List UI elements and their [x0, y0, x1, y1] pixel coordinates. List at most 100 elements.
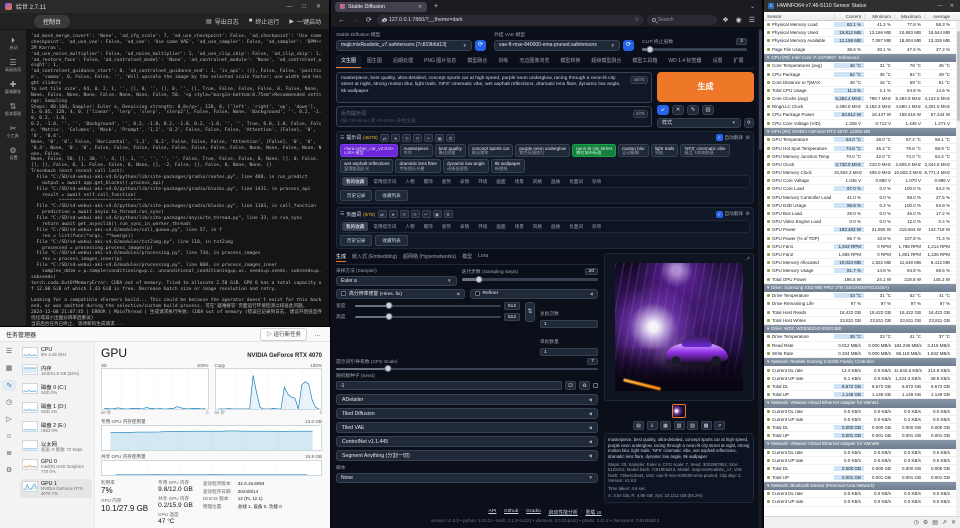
copy-tags-button[interactable]: ▣ [435, 134, 444, 142]
category-环境[interactable]: 环境 [474, 177, 491, 186]
save-zip-button[interactable]: ▦ [660, 421, 671, 430]
minimize-icon[interactable]: — [283, 4, 295, 10]
action-历史记录[interactable]: 历史记录 [340, 190, 372, 201]
translate-button[interactable]: ⇄ [378, 210, 387, 218]
close-tab-icon[interactable]: ✕ [418, 4, 422, 10]
sensor-row[interactable]: Physical Memory Used19,812 MB13,166 MB24… [764, 29, 960, 37]
account-icon[interactable]: ◉ [734, 16, 744, 24]
menu-icon[interactable]: ☰ [747, 16, 757, 24]
category-服饰[interactable]: 服饰 [420, 222, 437, 231]
prompt-tag-chip[interactable]: motion blur运动模糊 [618, 144, 649, 158]
save-image-button[interactable]: ⇓ [647, 421, 658, 430]
prompt-tag-chip[interactable]: dynamic low angle动感低视角 [443, 159, 489, 173]
model-select[interactable]: majicmixRealistic_v7.safetensors [7c819b… [336, 40, 472, 51]
sidebar-item-版本管理[interactable]: ⇅版本管理 [0, 102, 26, 117]
minimize-icon[interactable]: — [936, 3, 945, 9]
sensor-row[interactable]: CPU Package Power63.812 W18.437 W188.618… [764, 111, 960, 119]
sensor-row[interactable]: Current UP rate6.1 KB/s0.0 KB/s1,224.3 K… [764, 375, 960, 383]
sensor-row[interactable]: Page File Usage38.6 %30.1 %47.5 %37.2 % [764, 46, 960, 54]
footer-link-Gradio[interactable]: Gradio [526, 509, 541, 516]
accordion-Tiled VAE[interactable]: Tiled VAE◀ [336, 422, 598, 433]
export-log-button[interactable]: ▤导出日志 [206, 17, 239, 26]
sidebar-item-高级选项[interactable]: ☰高级选项 [0, 58, 26, 73]
sidebar-item-疑难解答[interactable]: ✚疑难解答 [0, 80, 26, 95]
category-场景[interactable]: 场景 [511, 177, 528, 186]
users-icon[interactable]: ☺ [2, 431, 16, 442]
refresh-styles-icon[interactable]: ⟳ [744, 118, 754, 128]
sensor-row[interactable]: Total DL0.000 GB0.000 GB0.000 GB0.000 GB [764, 465, 960, 473]
send-to-extras-button[interactable]: ▩ [701, 421, 712, 430]
footer-link-启动性能分析[interactable]: 启动性能分析 [548, 509, 577, 516]
footer-link-Github[interactable]: Github [504, 509, 518, 516]
aio-settings-button[interactable]: ⚙ [444, 210, 453, 218]
category-杂项[interactable]: 杂项 [588, 222, 605, 231]
generate-button[interactable]: 生成 [657, 72, 754, 102]
sensor-row[interactable]: GPU Memory Usage81.7 %14.8 %94.8 %68.5 % [764, 267, 960, 275]
run-new-task-button[interactable]: ▷ 运行新任务 [260, 328, 307, 341]
sensor-row[interactable]: Total Host Writes23,811 GB23,811 GB23,81… [764, 317, 960, 325]
one-click-start-button[interactable]: ▶一键启动 [289, 17, 321, 26]
fullscreen-icon[interactable]: ↗ [746, 256, 750, 262]
tab-PNG 图片信息[interactable]: PNG 图片信息 [419, 55, 461, 68]
category-画质[interactable]: 画质 [547, 177, 564, 186]
hires-fix-toggle[interactable]: 高分辨率修复 (Hires. fix)◀ [336, 289, 465, 299]
sidebar-item-内存[interactable]: 内存19.8/31.9 GB (62%) [20, 362, 92, 379]
sensor-row[interactable]: GPU Temperature63.0 °C38.0 °C67.4 °C58.1… [764, 136, 960, 144]
category-我的收藏[interactable]: 我的收藏 [342, 177, 368, 186]
terminate-button[interactable]: ■终止运行 [249, 17, 280, 26]
tab-设置[interactable]: 设置 [707, 55, 727, 68]
negative-prompt-input[interactable]: 反向提示词 (按 Ctrl+Enter 或 Alt+Enter 开始生成) 0/… [336, 106, 652, 127]
expand-button[interactable]: ⇗ [942, 519, 947, 526]
sensor-row[interactable]: GPU Core Voltage1.045 V0.880 V1.070 V0.9… [764, 177, 960, 185]
batch-size-input[interactable]: 1 [540, 348, 598, 356]
image-viewer[interactable]: ↗ [604, 253, 754, 401]
tab-list-icon[interactable]: ⌄ [747, 3, 758, 10]
sensor-row[interactable]: GPU Core Load97.0 %0.0 %100.0 %64.2 % [764, 185, 960, 193]
bookmark-star-icon[interactable]: ☆ [634, 17, 639, 23]
processes-icon[interactable]: ▦ [2, 363, 16, 374]
category-负面词[interactable]: 负面词 [565, 222, 587, 231]
sensor-row[interactable]: Ring/LLC Clock4,490.8 MHz3,192.3 MHz4,69… [764, 103, 960, 111]
vae-select[interactable]: vae-ft-mse-840000-ema-pruned.safetensors… [494, 40, 620, 51]
category-杂项[interactable]: 杂项 [588, 177, 605, 186]
startup-apps-icon[interactable]: ▷ [2, 414, 16, 425]
performance-icon[interactable]: ∿ [2, 380, 16, 391]
sidebar-item-GPU 1[interactable]: GPU 1NVIDIA GeForce RTX 4070 7% [20, 479, 92, 499]
close-sensors-button[interactable]: ✕ [951, 519, 956, 526]
refiner-toggle[interactable]: Refiner◀ [470, 289, 599, 299]
action-收藏列表[interactable]: 收藏列表 [375, 190, 407, 201]
favorite-button[interactable]: ★ [389, 210, 398, 218]
category-画面[interactable]: 画面 [492, 222, 509, 231]
sensor-row[interactable]: Current UP rate0.0 KB/s0.0 KB/s0.0 KB/s0… [764, 498, 960, 506]
cfg-slider[interactable]: 提示词引导系数 (CFG Scale)7 [336, 358, 598, 370]
sensor-row[interactable]: Drive Temperature43 °C31 °C52 °C41 °C [764, 292, 960, 300]
sensor-row[interactable]: Physical Memory Available12,158 MB7,087 … [764, 37, 960, 45]
tab-模型融合[interactable]: 模型融合 [462, 55, 492, 68]
section-collapse-icon[interactable]: ▾ [767, 482, 769, 491]
translate-button[interactable]: ⇄ [380, 134, 389, 142]
sensor-row[interactable]: Total UP1.148 GB1.148 GB1.148 GB1.148 GB [764, 391, 960, 399]
redo-button[interactable]: ⟳ [411, 210, 420, 218]
redo-button[interactable]: ⟳ [413, 134, 422, 142]
extensions-icon[interactable]: ❖ [720, 16, 730, 24]
tab-训练[interactable]: 训练 [493, 55, 513, 68]
category-姿势[interactable]: 姿势 [438, 177, 455, 186]
category-人物[interactable]: 人物 [401, 222, 418, 231]
sensor-row[interactable]: Drive Remaining Life97 %97 %97 %97 % [764, 300, 960, 308]
section-collapse-icon[interactable]: ▾ [767, 440, 769, 449]
sensor-row[interactable]: Total DL0.000 GB0.000 GB0.000 GB0.000 GB [764, 424, 960, 432]
accordion-Tiled Diffusion[interactable]: Tiled Diffusion◀ [336, 408, 598, 419]
sensor-row[interactable]: Current DL rate0.0 KB/s0.0 KB/s0.0 KB/s0… [764, 449, 960, 457]
accordion-ControlNet v1.1.445[interactable]: ControlNet v1.1.445◀ [336, 436, 598, 447]
prompt-input[interactable]: masterpiece, best quality, ultra-detaile… [336, 72, 652, 103]
gear-icon[interactable]: ⚙ [746, 211, 750, 217]
category-人物[interactable]: 人物 [401, 177, 418, 186]
sensor-row[interactable]: Total DL8.672 GB8.672 GB8.672 GB8.672 GB [764, 383, 960, 391]
favorite-button[interactable]: ★ [391, 134, 400, 142]
sensor-row[interactable]: Core Clocks (avg)5,284.4 MHz798.7 MHz5,4… [764, 95, 960, 103]
sensor-row[interactable]: GPU Bus Load28.0 %0.0 %46.0 %17.2 % [764, 210, 960, 218]
url-bar[interactable]: 127.0.0.1:7860/?__theme=dark ☆ [377, 15, 644, 25]
prompt-tag-chip[interactable]: best quality最佳质量 [435, 144, 466, 158]
sidebar-item-磁盘 0 (C:)[interactable]: 磁盘 0 (C:)SSD 0% [20, 381, 92, 398]
param-tab-生成[interactable]: 生成 [336, 253, 346, 262]
